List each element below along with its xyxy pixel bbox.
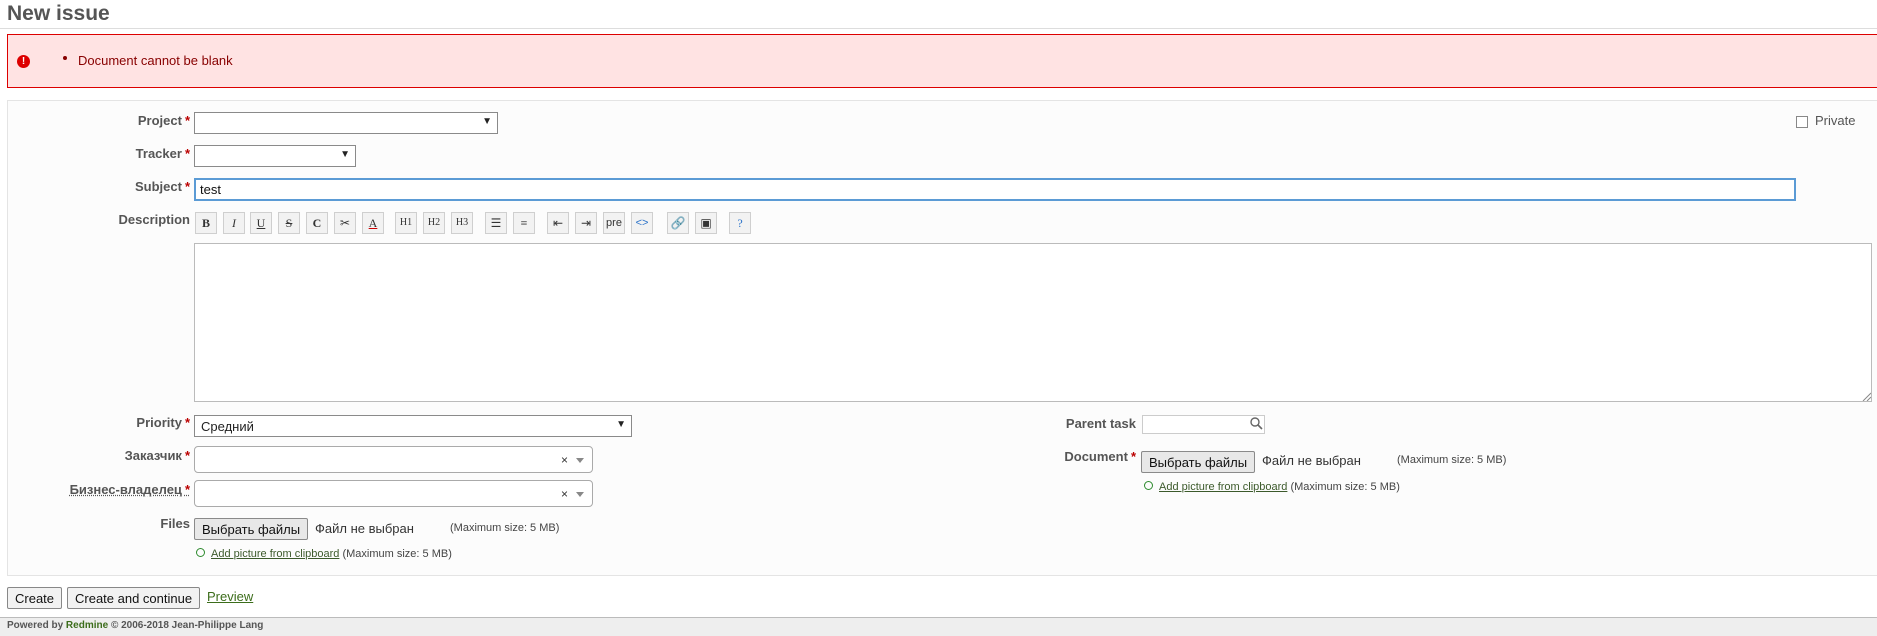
text-color-button[interactable]: A	[362, 212, 384, 234]
bold-button[interactable]: B	[195, 212, 217, 234]
image-icon[interactable]: ▣	[695, 212, 717, 234]
footer	[0, 617, 1877, 636]
error-icon: !	[17, 55, 30, 68]
document-add-picture-link[interactable]: Add picture from clipboard	[1159, 481, 1287, 493]
code-block-icon[interactable]: <>	[631, 212, 653, 234]
error-message: Document cannot be blank	[78, 53, 233, 68]
dropdown-caret-icon: ▼	[340, 149, 350, 160]
parent-task-label: Parent task	[1065, 416, 1136, 431]
chevron-down-icon	[576, 458, 584, 463]
inline-code-button[interactable]: C	[306, 212, 328, 234]
dropdown-caret-icon: ▼	[616, 419, 626, 430]
underline-button[interactable]: U	[250, 212, 272, 234]
private-label: Private	[1815, 113, 1856, 128]
customer-label: Заказчик *	[124, 448, 190, 463]
document-label: Document *	[1064, 449, 1136, 464]
unordered-list-icon[interactable]: ☰	[485, 212, 507, 234]
subject-input[interactable]	[194, 178, 1796, 201]
error-explanation	[7, 34, 1877, 88]
priority-select[interactable]: Средний ▼	[194, 415, 632, 437]
dropdown-caret-icon: ▼	[482, 116, 492, 127]
preformatted-button[interactable]: pre	[603, 212, 625, 234]
add-icon	[196, 548, 205, 557]
clear-icon[interactable]: ×	[561, 453, 568, 467]
chevron-down-icon	[576, 492, 584, 497]
subject-label: Subject *	[134, 179, 190, 194]
business-owner-label: Бизнес-владелец *	[69, 482, 190, 497]
document-add-picture-row: Add picture from clipboard (Maximum size…	[1144, 481, 1400, 493]
description-textarea[interactable]	[194, 243, 1872, 402]
heading2-button[interactable]: H2	[423, 212, 445, 234]
heading3-button[interactable]: H3	[451, 212, 473, 234]
business-owner-select[interactable]: ×	[194, 480, 593, 507]
no-file-text: Файл не выбран	[315, 521, 414, 536]
max-size-note: (Maximum size: 5 MB)	[450, 522, 560, 534]
search-icon	[1250, 417, 1263, 430]
help-icon[interactable]: ?	[729, 212, 751, 234]
document-max-size-note: (Maximum size: 5 MB)	[1397, 454, 1507, 466]
add-icon	[1144, 481, 1153, 490]
indent-icon[interactable]: ⇥	[575, 212, 597, 234]
clear-icon[interactable]: ×	[561, 487, 568, 501]
add-picture-link[interactable]: Add picture from clipboard	[211, 548, 339, 560]
footer-text: Powered by Redmine © 2006-2018 Jean-Phil…	[7, 620, 264, 631]
parent-task-input[interactable]	[1142, 415, 1265, 434]
tracker-label: Tracker *	[135, 146, 190, 161]
redmine-link[interactable]: Redmine	[66, 620, 108, 631]
outdent-icon[interactable]: ⇤	[547, 212, 569, 234]
heading1-button[interactable]: H1	[395, 212, 417, 234]
link-icon[interactable]: 🔗	[667, 212, 689, 234]
page-title: New issue	[7, 2, 110, 25]
priority-label: Priority *	[136, 415, 190, 430]
private-checkbox[interactable]	[1796, 116, 1808, 128]
add-picture-row: Add picture from clipboard (Maximum size…	[196, 548, 452, 560]
project-label: Project *	[137, 113, 190, 128]
document-choose-files-button[interactable]: Выбрать файлы	[1141, 451, 1256, 473]
error-bullet	[63, 56, 67, 60]
cut-icon[interactable]: ✂	[334, 212, 356, 234]
strikethrough-button[interactable]: S	[278, 212, 300, 234]
files-label: Files	[160, 516, 190, 531]
choose-files-button[interactable]: Выбрать файлы	[194, 518, 309, 540]
description-label: Description	[118, 212, 190, 227]
italic-button[interactable]: I	[223, 212, 245, 234]
resize-handle-icon[interactable]	[1861, 391, 1871, 401]
document-no-file-text: Файл не выбран	[1262, 453, 1361, 468]
create-button[interactable]: Create	[7, 587, 63, 609]
title-divider	[0, 28, 1877, 29]
customer-select[interactable]: ×	[194, 446, 593, 473]
ordered-list-icon[interactable]: ≡	[513, 212, 535, 234]
preview-link[interactable]: Preview	[207, 589, 253, 604]
create-and-continue-button[interactable]: Create and continue	[67, 587, 201, 609]
tracker-select[interactable]: ▼	[194, 145, 356, 167]
project-select[interactable]: ▼	[194, 112, 498, 134]
